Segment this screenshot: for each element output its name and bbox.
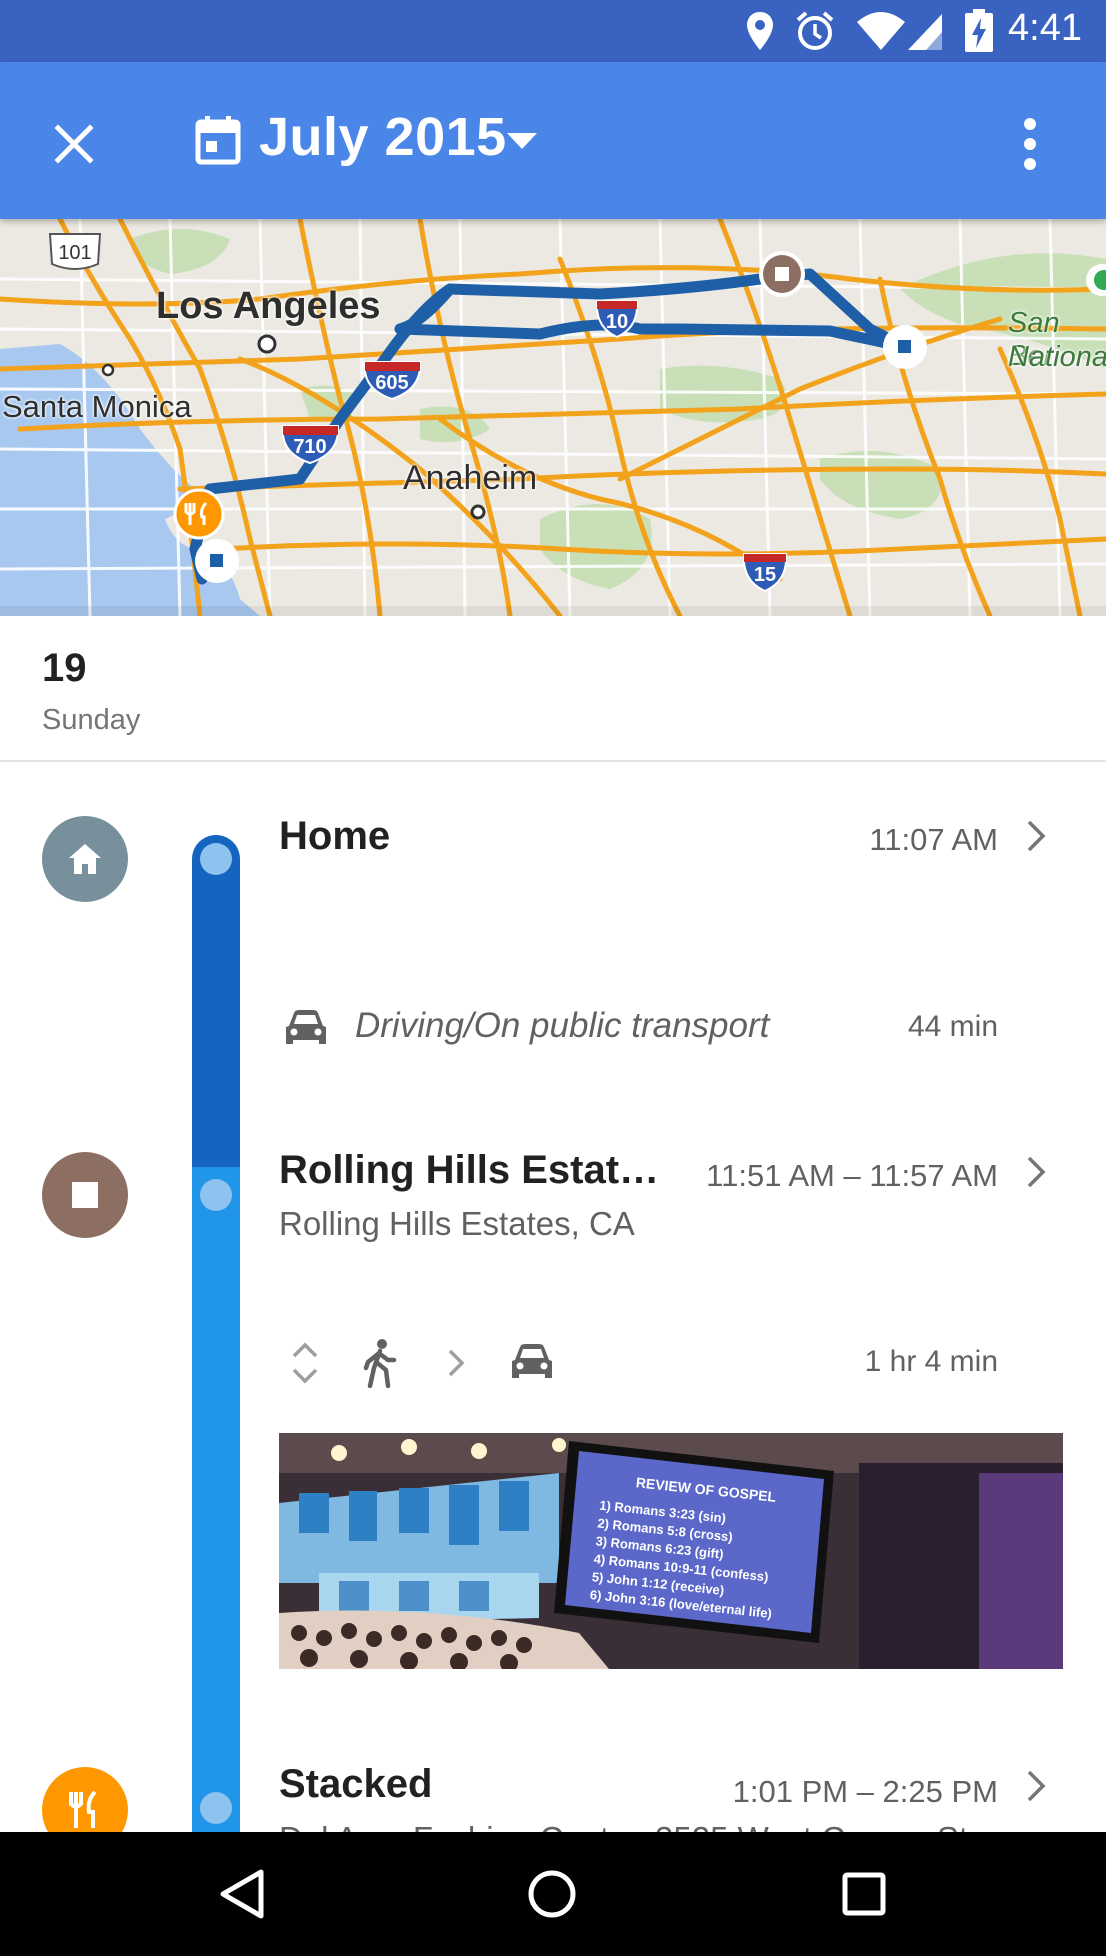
location-icon bbox=[747, 12, 773, 50]
timeline-dot-home bbox=[200, 843, 232, 875]
more-vert-icon[interactable] bbox=[1006, 108, 1054, 180]
map-label-nationa: Nationa bbox=[1008, 341, 1106, 373]
map-label-los-angeles: Los Angeles bbox=[156, 285, 381, 327]
chevron-right-icon bbox=[448, 1349, 465, 1377]
svg-text:10: 10 bbox=[606, 311, 628, 333]
place-2-time: 1:01 PM – 2:25 PM bbox=[732, 1774, 998, 1809]
shield-i605: 605 bbox=[363, 361, 422, 401]
shield-us101: 101 bbox=[48, 233, 102, 270]
home-circle-icon bbox=[528, 1870, 576, 1918]
back-icon bbox=[220, 1869, 264, 1919]
timeline[interactable]: Home 11:07 AM Driving/On public transpor… bbox=[0, 762, 1106, 1832]
battery-charging-icon bbox=[965, 9, 993, 52]
expand-icon[interactable] bbox=[290, 1340, 320, 1386]
chevron-right-icon[interactable] bbox=[1023, 818, 1049, 854]
home-title[interactable]: Home bbox=[279, 814, 390, 859]
close-button[interactable] bbox=[38, 108, 110, 180]
chevron-right-icon[interactable] bbox=[1023, 1768, 1049, 1804]
month-title[interactable]: July 2015 bbox=[259, 106, 507, 168]
svg-text:605: 605 bbox=[375, 372, 408, 394]
date-weekday: Sunday bbox=[42, 704, 141, 736]
home-place-icon bbox=[42, 816, 128, 902]
svg-text:101: 101 bbox=[58, 242, 91, 264]
timeline-photo[interactable]: REVIEW OF GOSPEL 1) Romans 3:23 (sin) 2)… bbox=[279, 1433, 1063, 1669]
map-label-santa-monica: Santa Monica bbox=[2, 389, 192, 424]
activity-driving-duration: 44 min bbox=[907, 1010, 998, 1043]
status-time: 4:41 bbox=[1008, 7, 1082, 49]
shield-i710: 710 bbox=[281, 425, 340, 465]
stop-square-icon bbox=[72, 1182, 98, 1208]
home-time: 11:07 AM bbox=[869, 822, 998, 857]
place-2-subtitle: Del Amo Fashion Center, 3525 West Carson… bbox=[279, 1820, 968, 1832]
home-icon bbox=[69, 844, 101, 874]
timeline-track-driving bbox=[192, 835, 240, 1171]
map[interactable]: 101 605 710 10 15 Los Angeles Santa Moni… bbox=[0, 219, 1106, 616]
status-bar: 4:41 bbox=[0, 0, 1106, 62]
svg-text:710: 710 bbox=[293, 436, 326, 458]
place-1-icon bbox=[42, 1152, 128, 1238]
place-1-subtitle: Rolling Hills Estates, CA bbox=[279, 1205, 635, 1242]
walking-icon bbox=[363, 1339, 397, 1388]
place-1-time: 11:51 AM – 11:57 AM bbox=[706, 1158, 998, 1193]
home-button[interactable] bbox=[514, 1856, 590, 1932]
recents-icon bbox=[842, 1872, 886, 1916]
timeline-track-walking bbox=[192, 1167, 240, 1832]
car-icon bbox=[512, 1344, 552, 1378]
activity-driving-label[interactable]: Driving/On public transport bbox=[355, 1006, 769, 1046]
activity-2-duration: 1 hr 4 min bbox=[864, 1345, 998, 1378]
timeline-dot-place-2 bbox=[200, 1792, 232, 1824]
svg-text:15: 15 bbox=[754, 564, 776, 586]
map-marker-start[interactable] bbox=[195, 539, 239, 583]
map-label-anaheim: Anaheim bbox=[403, 459, 538, 497]
map-marker-end[interactable] bbox=[883, 325, 927, 369]
restaurant-icon bbox=[69, 1790, 97, 1828]
close-icon bbox=[54, 124, 94, 164]
alarm-icon bbox=[796, 11, 834, 50]
place-1-title[interactable]: Rolling Hills Estat… bbox=[279, 1148, 659, 1193]
shield-i15: 15 bbox=[742, 553, 788, 593]
wifi-icon bbox=[857, 12, 905, 50]
chevron-right-icon[interactable] bbox=[1023, 1154, 1049, 1190]
date-number: 19 bbox=[42, 646, 87, 690]
back-button[interactable] bbox=[204, 1856, 280, 1932]
map-marker-place[interactable] bbox=[759, 251, 805, 297]
recents-button[interactable] bbox=[826, 1856, 902, 1932]
photo-image: REVIEW OF GOSPEL 1) Romans 3:23 (sin) 2)… bbox=[279, 1433, 1063, 1669]
date-header: 19 Sunday bbox=[0, 616, 1106, 762]
dropdown-arrow-icon[interactable] bbox=[505, 131, 539, 151]
signal-icon bbox=[908, 14, 942, 50]
car-icon bbox=[286, 1010, 326, 1044]
navigation-bar bbox=[0, 1832, 1106, 1956]
place-2-icon bbox=[42, 1767, 128, 1832]
app-bar: July 2015 bbox=[0, 62, 1106, 219]
timeline-dot-place-1 bbox=[200, 1179, 232, 1211]
map-marker-restaurant[interactable] bbox=[173, 488, 225, 540]
calendar-icon bbox=[195, 116, 241, 165]
place-2-title[interactable]: Stacked bbox=[279, 1762, 432, 1807]
